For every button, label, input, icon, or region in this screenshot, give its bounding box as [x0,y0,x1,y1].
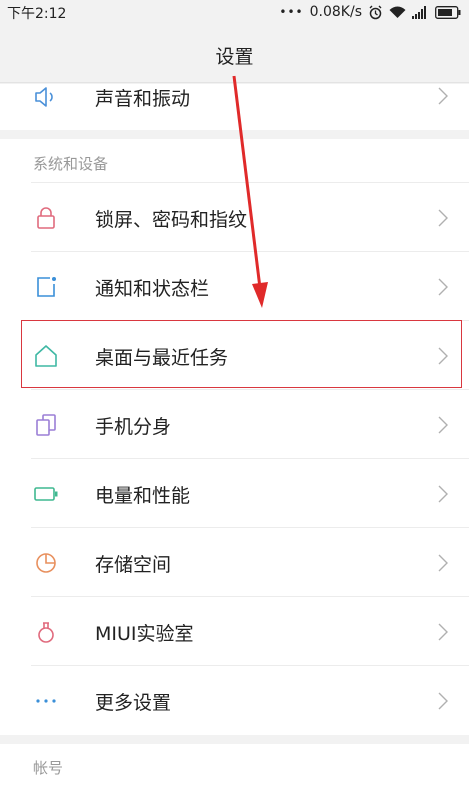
settings-item-label: 电量和性能 [95,485,191,507]
network-speed: 0.08K/s [309,4,362,20]
system-settings-list: 锁屏、密码和指纹 通知和状态栏 桌面与最近任务 手机分身 电量和性能 存储空间 … [0,183,469,735]
lock-icon [37,207,55,229]
highlight-box [21,320,462,388]
settings-item-label: 手机分身 [95,416,172,438]
top-item-group: 声音和振动 [0,84,469,130]
chevron-right-icon [438,692,448,710]
section-header-account: 帐号 [0,744,469,800]
chevron-right-icon [438,485,448,503]
settings-item-notifications[interactable]: 通知和状态栏 [0,252,469,321]
notification-icon [37,277,56,297]
section-label-account: 帐号 [33,759,64,777]
wifi-icon [389,6,406,18]
dual-phone-icon [36,414,56,436]
settings-item-label: 声音和振动 [95,88,191,110]
storage-icon [36,553,56,573]
chevron-right-icon [438,623,448,641]
chevron-right-icon [438,278,448,296]
speaker-icon [35,87,53,107]
settings-item-lockscreen[interactable]: 锁屏、密码和指纹 [0,183,469,252]
page-title: 设置 [215,46,254,68]
settings-item-sound[interactable]: 声音和振动 [0,84,469,130]
status-dots: ••• [279,5,304,19]
section-label-system: 系统和设备 [33,155,109,173]
battery-status-icon [435,5,461,19]
title-bar: 设置 [0,24,469,83]
more-icon [36,699,56,703]
section-header-system: 系统和设备 [0,139,469,183]
flask-icon [38,622,54,643]
chevron-right-icon [438,87,448,105]
status-time: 下午2:12 [7,6,67,22]
section-gap [0,130,469,139]
settings-item-more[interactable]: 更多设置 [0,666,469,735]
section-gap [0,735,469,744]
settings-item-label: MIUI实验室 [95,623,194,645]
chevron-right-icon [438,554,448,572]
alarm-icon [369,5,382,19]
settings-item-battery[interactable]: 电量和性能 [0,459,469,528]
status-bar: 下午2:12 ••• 0.08K/s [0,0,469,24]
settings-item-storage[interactable]: 存储空间 [0,528,469,597]
settings-item-miui-lab[interactable]: MIUI实验室 [0,597,469,666]
settings-item-label: 通知和状态栏 [95,278,210,300]
settings-item-label: 更多设置 [95,692,172,714]
chevron-right-icon [438,416,448,434]
chevron-right-icon [438,209,448,227]
signal-icon [412,5,426,19]
settings-item-label: 锁屏、密码和指纹 [95,209,248,231]
settings-item-label: 存储空间 [95,554,172,576]
status-indicators: ••• 0.08K/s [279,3,461,21]
battery-icon [34,487,58,501]
settings-item-dual-apps[interactable]: 手机分身 [0,390,469,459]
